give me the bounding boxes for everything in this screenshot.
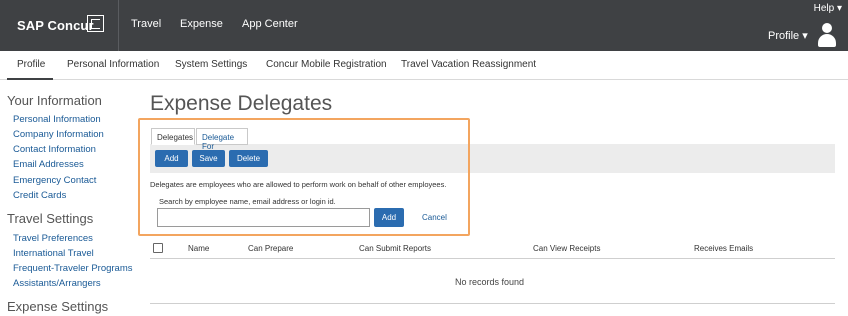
profile-menu[interactable]: Profile ▾	[768, 29, 808, 42]
active-tab-indicator	[7, 78, 53, 80]
subnav-personal-information[interactable]: Personal Information	[67, 59, 159, 70]
nav-travel[interactable]: Travel	[131, 18, 161, 30]
column-header-name[interactable]: Name	[188, 244, 209, 253]
subnav-system-settings[interactable]: System Settings	[175, 59, 247, 70]
highlight-box	[138, 118, 470, 236]
sidebar-heading-travel-settings: Travel Settings	[7, 211, 94, 226]
subnav-concur-mobile-registration[interactable]: Concur Mobile Registration	[266, 59, 387, 70]
sidebar-heading-your-information: Your Information	[7, 93, 102, 108]
nav-app-center[interactable]: App Center	[242, 18, 298, 30]
concur-logo-icon	[87, 15, 104, 32]
top-bar: SAP Concur Travel Expense App Center Hel…	[0, 0, 848, 51]
help-menu[interactable]: Help ▾	[814, 3, 842, 14]
user-avatar-icon[interactable]	[818, 23, 836, 47]
brand-name: SAP Concur	[17, 18, 94, 33]
column-header-receives-emails[interactable]: Receives Emails	[694, 244, 753, 253]
sidebar-link-emergency-contact[interactable]: Emergency Contact	[13, 175, 96, 186]
table-header-divider	[150, 258, 835, 259]
sidebar-link-email-addresses[interactable]: Email Addresses	[13, 159, 84, 170]
sidebar-link-assistants-arrangers[interactable]: Assistants/Arrangers	[13, 278, 101, 289]
profile-subnav: Profile Personal Information System Sett…	[0, 51, 848, 80]
sidebar-link-personal-information[interactable]: Personal Information	[13, 114, 101, 125]
column-header-can-submit-reports[interactable]: Can Submit Reports	[359, 244, 431, 253]
sidebar-link-travel-preferences[interactable]: Travel Preferences	[13, 233, 93, 244]
sidebar-link-credit-cards[interactable]: Credit Cards	[13, 190, 66, 201]
subnav-profile[interactable]: Profile	[17, 59, 45, 70]
nav-expense[interactable]: Expense	[180, 18, 223, 30]
sidebar-link-international-travel[interactable]: International Travel	[13, 248, 94, 259]
column-header-can-prepare[interactable]: Can Prepare	[248, 244, 293, 253]
empty-table-message: No records found	[455, 277, 525, 287]
table-bottom-divider	[150, 303, 835, 304]
page-title: Expense Delegates	[150, 92, 333, 115]
column-header-can-view-receipts[interactable]: Can View Receipts	[533, 244, 600, 253]
select-all-checkbox[interactable]	[153, 243, 163, 253]
sidebar-heading-expense-settings: Expense Settings	[7, 299, 109, 314]
sidebar-link-frequent-traveler-programs[interactable]: Frequent-Traveler Programs	[13, 263, 133, 274]
brand-logo[interactable]: SAP Concur	[0, 0, 119, 51]
sidebar-link-company-information[interactable]: Company Information	[13, 129, 104, 140]
subnav-travel-vacation-reassignment[interactable]: Travel Vacation Reassignment	[401, 59, 536, 70]
sidebar-link-contact-information[interactable]: Contact Information	[13, 144, 96, 155]
